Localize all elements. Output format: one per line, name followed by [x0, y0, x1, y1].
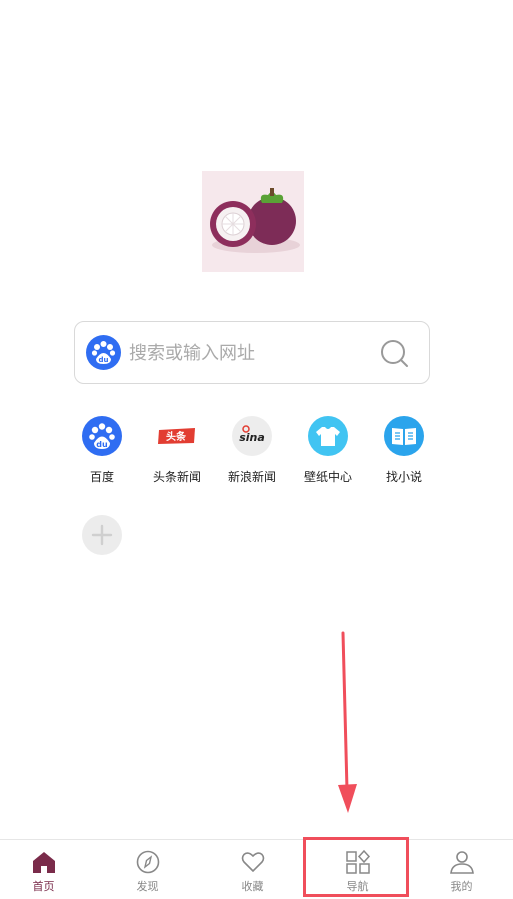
search-bar[interactable]: du [74, 321, 430, 384]
tab-label: 收藏 [241, 880, 264, 893]
baidu-engine-icon[interactable]: du [86, 335, 121, 370]
svg-text:du: du [99, 356, 109, 364]
tab-home[interactable]: 首页 [0, 840, 95, 899]
tab-profile[interactable]: 我的 [410, 840, 513, 899]
search-input[interactable] [129, 336, 369, 370]
shortcut-label: 壁纸中心 [303, 470, 352, 484]
shortcut-baidu[interactable]: du 百度 [64, 416, 140, 491]
tab-label: 发现 [136, 880, 159, 893]
annotation-highlight-box [303, 837, 409, 897]
svg-text:du: du [96, 440, 108, 449]
shortcut-wallpaper[interactable]: 壁纸中心 [290, 416, 366, 491]
tshirt-icon [308, 416, 348, 456]
shortcut-toutiao[interactable]: 头条 头条新闻 [139, 416, 215, 491]
shortcut-sina[interactable]: sina 新浪新闻 [214, 416, 290, 491]
shortcut-novel[interactable]: 找小说 [366, 416, 442, 491]
open-book-icon [384, 416, 424, 456]
tab-favorites[interactable]: 收藏 [201, 840, 304, 899]
add-shortcut-button[interactable] [82, 515, 122, 555]
shortcut-label: 头条新闻 [152, 470, 201, 484]
home-icon [33, 852, 55, 873]
heart-icon [241, 852, 265, 872]
shortcut-label: 找小说 [385, 470, 422, 484]
shortcut-label: 百度 [89, 470, 114, 484]
compass-icon [136, 850, 160, 874]
plus-icon [91, 524, 113, 546]
toutiao-logo-icon: 头条 [157, 416, 197, 456]
search-icon[interactable] [378, 337, 412, 371]
annotation-arrow [338, 631, 357, 813]
tab-label: 首页 [32, 880, 55, 893]
sina-logo-icon: sina [232, 416, 272, 456]
person-icon [450, 851, 474, 874]
toutiao-badge-text: 头条 [166, 430, 187, 443]
tab-discover[interactable]: 发现 [96, 840, 199, 899]
shortcut-label: 新浪新闻 [227, 470, 276, 484]
baidu-paw-icon: du [82, 416, 122, 456]
tab-label: 我的 [450, 880, 473, 893]
bottom-tab-bar: 首页 发现 收藏 导航 我的 [0, 839, 513, 899]
app-logo-mangosteen [202, 171, 304, 272]
sina-badge-text: sina [239, 431, 265, 444]
